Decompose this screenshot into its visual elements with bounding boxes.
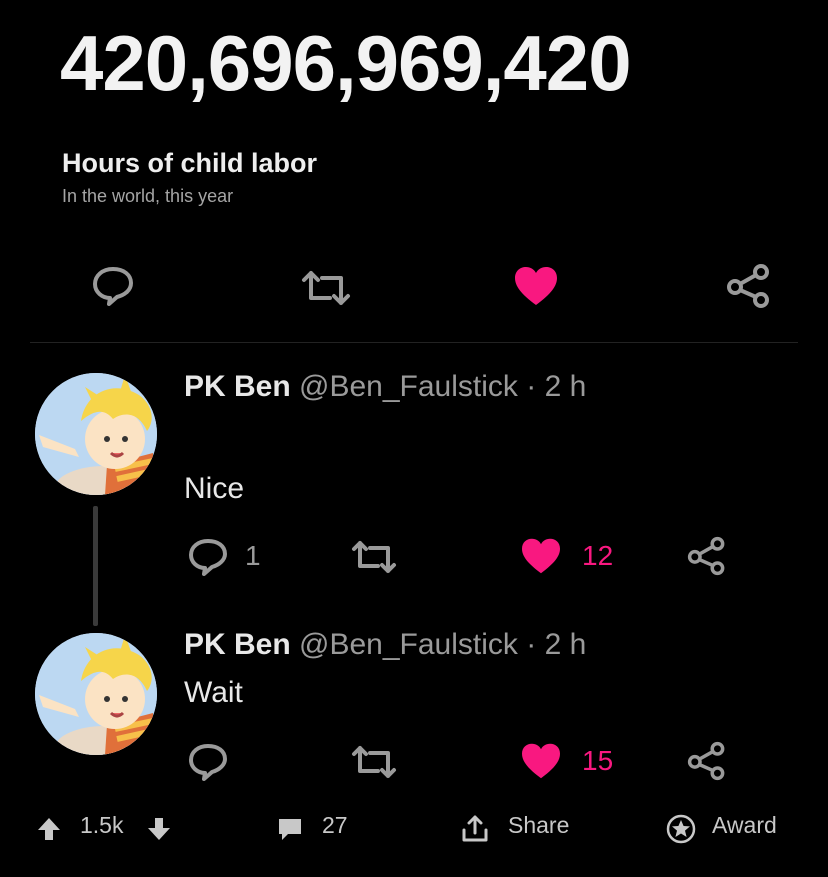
stat-title: Hours of child labor [62, 148, 318, 178]
like-icon[interactable] [520, 537, 562, 575]
author-name[interactable]: PK Ben [184, 628, 291, 661]
stat-number: 420,696,969,420 [60, 19, 632, 107]
share-icon[interactable] [686, 741, 728, 781]
author-handle[interactable]: @Ben_Faulstick [299, 370, 518, 403]
share-icon[interactable] [686, 536, 728, 576]
comment-count[interactable]: 27 [322, 812, 348, 839]
downvote-icon[interactable] [146, 816, 172, 842]
divider [30, 342, 798, 343]
upvote-icon[interactable] [36, 816, 62, 842]
avatar[interactable] [35, 373, 157, 495]
like-count: 12 [582, 540, 614, 571]
tweet-time: · 2 h [526, 628, 587, 661]
avatar-illustration [35, 633, 157, 755]
share-button[interactable]: Share [508, 812, 569, 839]
vote-count: 1.5k [80, 812, 124, 838]
award-button[interactable]: Award [712, 812, 777, 839]
share-upload-icon[interactable] [460, 814, 490, 844]
comment-icon[interactable] [276, 816, 304, 842]
tweet-text: Wait [184, 676, 243, 709]
retweet-icon[interactable] [300, 270, 352, 306]
author-name[interactable]: PK Ben [184, 370, 291, 403]
tweet-header: PK Ben @Ben_Faulstick · 2 h [184, 370, 586, 404]
tweet-text: Nice [184, 472, 245, 505]
reply-icon[interactable] [188, 538, 228, 576]
like-count: 15 [582, 745, 614, 776]
author-handle[interactable]: @Ben_Faulstick [299, 628, 518, 661]
avatar[interactable] [35, 633, 157, 755]
reply-icon[interactable] [188, 743, 228, 781]
retweet-icon[interactable] [350, 540, 398, 574]
avatar-illustration [35, 373, 157, 495]
tweet-time: · 2 h [526, 370, 587, 403]
tweet-header: PK Ben @Ben_Faulstick · 2 h [184, 628, 586, 662]
like-icon[interactable] [520, 742, 562, 780]
thread-line [93, 506, 98, 626]
award-icon[interactable] [666, 814, 696, 844]
like-icon[interactable] [513, 265, 559, 307]
reply-icon[interactable] [92, 266, 134, 306]
reply-count: 1 [245, 540, 261, 571]
share-icon[interactable] [725, 263, 773, 309]
stat-subtitle: In the world, this year [62, 186, 234, 206]
retweet-icon[interactable] [350, 745, 398, 779]
